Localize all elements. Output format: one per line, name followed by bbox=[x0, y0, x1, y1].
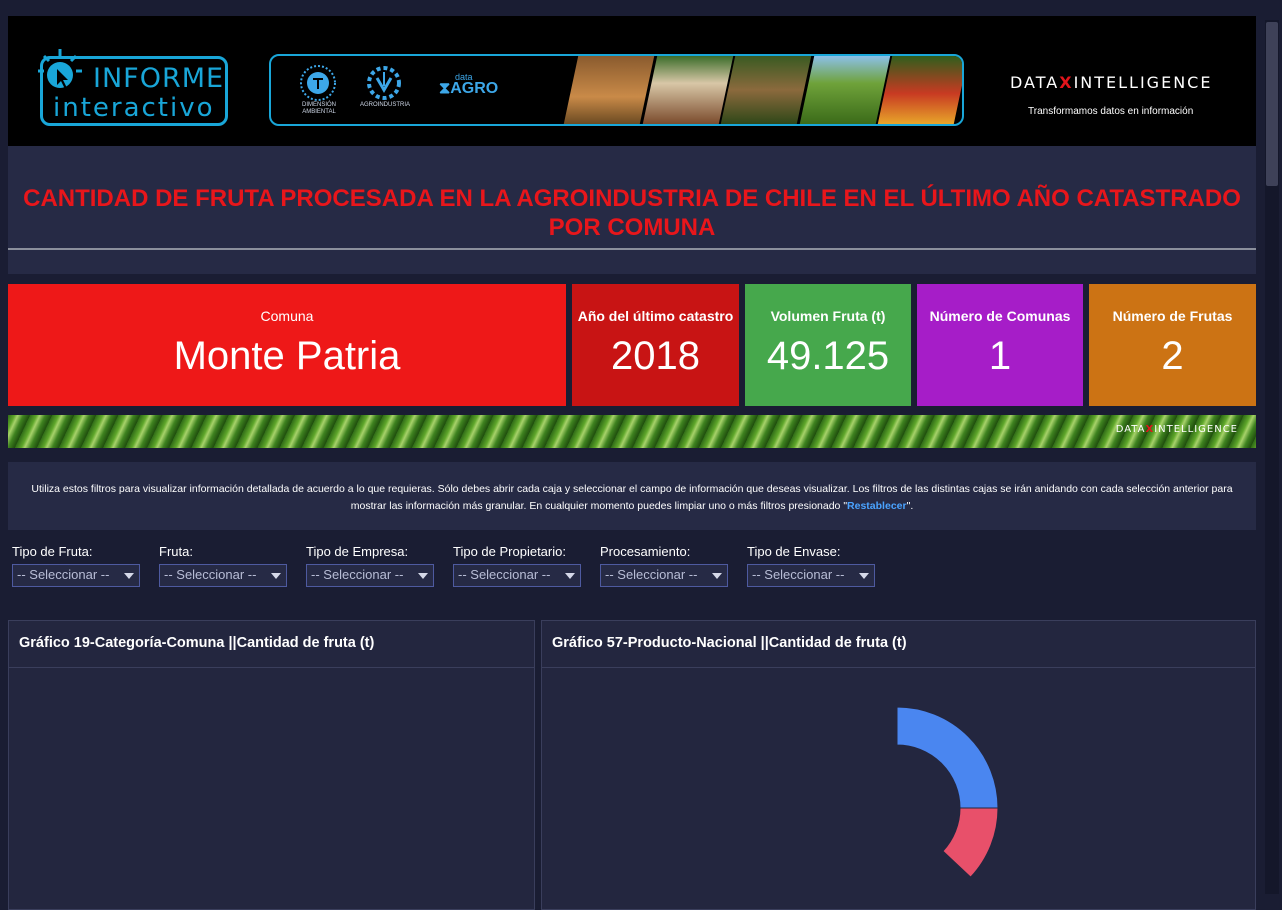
logo-text-interactivo: interactivo bbox=[53, 93, 215, 123]
filter-fruta: Fruta: -- Seleccionar -- bbox=[159, 544, 287, 587]
strip-logo-x: X bbox=[1145, 424, 1155, 435]
fruta-select[interactable]: -- Seleccionar -- bbox=[159, 564, 287, 587]
dataagro-big-text: AGRO bbox=[450, 80, 499, 97]
vertical-scrollbar[interactable] bbox=[1262, 16, 1282, 894]
filter-label: Fruta: bbox=[159, 544, 193, 559]
kpi-label: Volumen Fruta (t) bbox=[770, 308, 886, 324]
instructions-text-end: ". bbox=[906, 500, 914, 512]
select-value: -- Seleccionar -- bbox=[752, 567, 845, 582]
select-value: -- Seleccionar -- bbox=[605, 567, 698, 582]
strip-logo-right: INTELLIGENCE bbox=[1154, 424, 1238, 435]
crop-rows-photo bbox=[799, 56, 890, 124]
kpi-value: 2018 bbox=[611, 334, 700, 378]
data-intelligence-tagline: Transformamos datos en información bbox=[1028, 106, 1194, 117]
select-value: -- Seleccionar -- bbox=[311, 567, 404, 582]
kpi-card-comuna: Comuna Monte Patria bbox=[8, 284, 566, 406]
dataagro-logo: data ⧗AGRO bbox=[439, 72, 499, 98]
tipo-propietario-select[interactable]: -- Seleccionar -- bbox=[453, 564, 581, 587]
tipo-fruta-select[interactable]: -- Seleccionar -- bbox=[12, 564, 140, 587]
dropdown-caret-icon bbox=[565, 573, 575, 579]
vegetables-photo bbox=[878, 56, 962, 124]
header-banner: INFORME interactivo DIMENSIÓN AMBIENTAL … bbox=[8, 16, 1256, 146]
filter-label: Tipo de Empresa: bbox=[306, 544, 409, 559]
cows-photo bbox=[642, 56, 733, 124]
tipo-empresa-select[interactable]: -- Seleccionar -- bbox=[306, 564, 434, 587]
filters-row: Tipo de Fruta: -- Seleccionar -- Fruta: … bbox=[12, 544, 1252, 594]
kpi-card-comunas: Número de Comunas 1 bbox=[917, 284, 1083, 406]
strip-logo-left: DATA bbox=[1115, 424, 1146, 435]
kpi-row: Comuna Monte Patria Año del último catas… bbox=[8, 284, 1256, 406]
kpi-label: Año del último catastro bbox=[577, 308, 734, 324]
filter-tipo-empresa: Tipo de Empresa: -- Seleccionar -- bbox=[306, 544, 434, 587]
dropdown-caret-icon bbox=[418, 573, 428, 579]
filters-instructions: Utiliza estos filtros para visualizar in… bbox=[8, 462, 1256, 530]
dataagro-small-text: data bbox=[455, 72, 473, 82]
kpi-label: Número de Comunas bbox=[929, 308, 1071, 324]
dropdown-caret-icon bbox=[859, 573, 869, 579]
kpi-card-anio: Año del último catastro 2018 bbox=[572, 284, 739, 406]
procesamiento-select[interactable]: -- Seleccionar -- bbox=[600, 564, 728, 587]
instructions-text: Utiliza estos filtros para visualizar in… bbox=[31, 483, 1233, 512]
filter-procesamiento: Procesamiento: -- Seleccionar -- bbox=[600, 544, 728, 587]
select-value: -- Seleccionar -- bbox=[17, 567, 110, 582]
strip-data-intelligence-logo: DATAXINTELLIGENCE bbox=[1116, 424, 1238, 435]
dropdown-caret-icon bbox=[124, 573, 134, 579]
kpi-value: 1 bbox=[988, 334, 1012, 378]
filter-label: Tipo de Envase: bbox=[747, 544, 841, 559]
page-title: CANTIDAD DE FRUTA PROCESADA EN LA AGROIN… bbox=[23, 185, 1241, 241]
logo-text-informe: INFORME bbox=[93, 63, 225, 94]
chart-panel-title: Gráfico 57-Producto-Nacional ||Cantidad … bbox=[542, 621, 1255, 668]
corn-leaves-strip: DATAXINTELLIGENCE bbox=[8, 415, 1256, 448]
seal2-caption: AGROINDUSTRIA bbox=[359, 102, 410, 108]
filter-label: Procesamiento: bbox=[600, 544, 691, 559]
agriculture-photo-collage bbox=[563, 56, 962, 124]
di-logo-left: DATA bbox=[1010, 73, 1060, 92]
kpi-value: Monte Patria bbox=[173, 334, 401, 378]
chart-panel-19: Gráfico 19-Categoría-Comuna ||Cantidad d… bbox=[8, 620, 535, 910]
di-logo-right: INTELLIGENCE bbox=[1073, 73, 1213, 92]
filter-label: Tipo de Propietario: bbox=[453, 544, 566, 559]
di-logo-x: X bbox=[1059, 73, 1074, 92]
donut-slice-0[interactable] bbox=[896, 706, 999, 809]
tipo-envase-select[interactable]: -- Seleccionar -- bbox=[747, 564, 875, 587]
donut-slice-1[interactable] bbox=[942, 807, 999, 878]
title-section: CANTIDAD DE FRUTA PROCESADA EN LA AGROIN… bbox=[8, 146, 1256, 274]
scrollbar-thumb[interactable] bbox=[1266, 22, 1278, 186]
kpi-label: Número de Frutas bbox=[1112, 308, 1233, 324]
select-value: -- Seleccionar -- bbox=[458, 567, 551, 582]
kpi-label: Comuna bbox=[260, 308, 314, 324]
kpi-card-volumen: Volumen Fruta (t) 49.125 bbox=[745, 284, 911, 406]
page: INFORME interactivo DIMENSIÓN AMBIENTAL … bbox=[8, 16, 1256, 910]
dimension-ambiental-seal-icon bbox=[300, 65, 336, 101]
filter-tipo-propietario: Tipo de Propietario: -- Seleccionar -- bbox=[453, 544, 581, 587]
informe-interactivo-logo: INFORME interactivo bbox=[38, 49, 228, 126]
dropdown-caret-icon bbox=[271, 573, 281, 579]
chart-panel-57: Gráfico 57-Producto-Nacional ||Cantidad … bbox=[541, 620, 1256, 910]
filter-label: Tipo de Fruta: bbox=[12, 544, 93, 559]
restablecer-link[interactable]: Restablecer bbox=[847, 500, 907, 512]
agroindustria-seal-icon bbox=[367, 66, 401, 100]
dataagro-hourglass-icon: ⧗ bbox=[439, 80, 451, 97]
tractor-field-photo bbox=[563, 56, 654, 124]
chart-panel-title: Gráfico 19-Categoría-Comuna ||Cantidad d… bbox=[9, 621, 534, 668]
dropdown-caret-icon bbox=[712, 573, 722, 579]
donut-chart[interactable] bbox=[542, 669, 1255, 909]
kpi-value: 2 bbox=[1161, 334, 1184, 378]
farmer-photo bbox=[720, 56, 812, 124]
lightbulb-icon bbox=[38, 49, 82, 89]
kpi-card-frutas: Número de Frutas 2 bbox=[1089, 284, 1256, 406]
title-divider bbox=[8, 248, 1256, 250]
data-intelligence-logo: DATAXINTELLIGENCE bbox=[1010, 73, 1212, 92]
filter-tipo-fruta: Tipo de Fruta: -- Seleccionar -- bbox=[12, 544, 140, 587]
seal1-caption: DIMENSIÓN AMBIENTAL bbox=[301, 102, 336, 115]
partners-banner: DIMENSIÓN AMBIENTAL AGROINDUSTRIA data ⧗… bbox=[269, 54, 964, 126]
filter-tipo-envase: Tipo de Envase: -- Seleccionar -- bbox=[747, 544, 875, 587]
kpi-value: 49.125 bbox=[766, 334, 890, 378]
select-value: -- Seleccionar -- bbox=[164, 567, 257, 582]
